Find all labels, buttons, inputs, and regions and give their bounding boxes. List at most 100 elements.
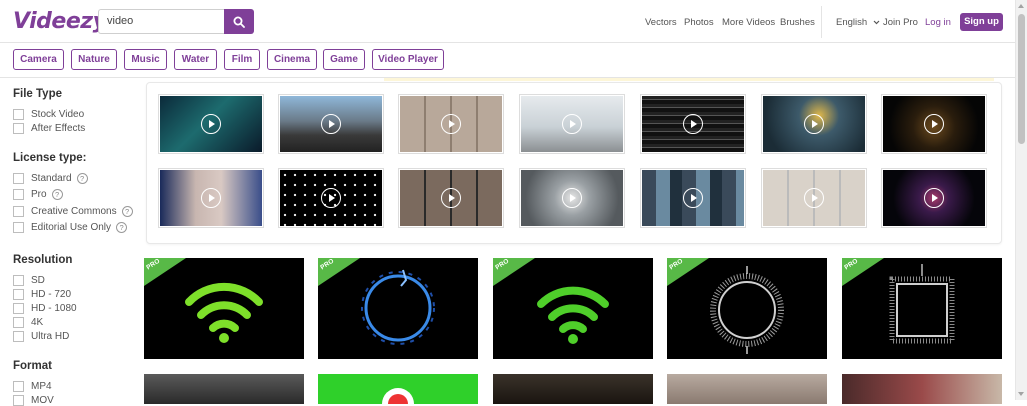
filter-mp4[interactable]: MP4 xyxy=(13,380,52,392)
checkbox[interactable] xyxy=(13,122,24,134)
video-thumbnail[interactable] xyxy=(640,94,746,154)
video-thumbnail[interactable] xyxy=(519,94,625,154)
filter-stock-video[interactable]: Stock Video xyxy=(13,108,84,120)
play-icon xyxy=(562,188,582,208)
nav-divider xyxy=(821,6,822,38)
chip-cinema[interactable]: Cinema xyxy=(267,49,317,70)
chip-nature[interactable]: Nature xyxy=(71,49,117,70)
filter-mov[interactable]: MOV xyxy=(13,394,54,406)
video-thumbnail[interactable] xyxy=(761,168,867,228)
option-label: SD xyxy=(31,274,45,286)
play-icon xyxy=(804,114,824,134)
page-scrollbar[interactable] xyxy=(1015,0,1027,400)
video-thumbnail[interactable] xyxy=(398,94,504,154)
checkbox[interactable] xyxy=(13,221,24,233)
filter-editorial-use-only[interactable]: Editorial Use Only? xyxy=(13,221,128,233)
result-card[interactable]: PRO xyxy=(667,258,827,359)
play-icon xyxy=(683,188,703,208)
option-label: HD - 1080 xyxy=(31,302,77,314)
checkbox[interactable] xyxy=(13,205,24,217)
play-icon xyxy=(201,188,221,208)
language-selector[interactable]: English xyxy=(836,17,880,28)
video-thumbnail[interactable] xyxy=(881,168,987,228)
checkbox[interactable] xyxy=(13,288,24,300)
chip-water[interactable]: Water xyxy=(174,49,217,70)
license-heading: License type: xyxy=(13,152,87,164)
video-thumbnail[interactable] xyxy=(761,94,867,154)
checkbox[interactable] xyxy=(13,188,24,200)
chevron-down-icon xyxy=(873,20,880,25)
option-label: Stock Video xyxy=(31,108,85,120)
format-heading: Format xyxy=(13,360,52,372)
filter-pro[interactable]: Pro? xyxy=(13,188,63,200)
notice-strip xyxy=(384,78,994,81)
scroll-thumb[interactable] xyxy=(1018,14,1025,144)
filter-sd[interactable]: SD xyxy=(13,274,45,286)
option-label: After Effects xyxy=(31,122,86,134)
video-thumbnail[interactable] xyxy=(881,94,987,154)
video-thumbnail[interactable] xyxy=(158,94,264,154)
checkbox[interactable] xyxy=(13,302,24,314)
chip-music[interactable]: Music xyxy=(124,49,167,70)
chip-video-player[interactable]: Video Player xyxy=(372,49,444,70)
nav-more-videos[interactable]: More Videos xyxy=(722,17,775,28)
checkbox[interactable] xyxy=(13,108,24,120)
chip-camera[interactable]: Camera xyxy=(13,49,64,70)
result-card[interactable]: PRO xyxy=(842,258,1002,359)
checkbox[interactable] xyxy=(13,394,24,406)
result-card[interactable]: PRO xyxy=(318,258,478,359)
checkbox[interactable] xyxy=(13,330,24,342)
nav-join-pro[interactable]: Join Pro xyxy=(883,17,918,28)
video-thumbnail[interactable] xyxy=(278,94,384,154)
play-icon xyxy=(562,114,582,134)
play-icon xyxy=(201,114,221,134)
play-icon xyxy=(441,114,461,134)
videezy-logo[interactable]: Videezy xyxy=(13,9,107,34)
checkbox[interactable] xyxy=(13,380,24,392)
chip-game[interactable]: Game xyxy=(323,49,365,70)
filter-hd-720[interactable]: HD - 720 xyxy=(13,288,71,300)
option-label: Pro xyxy=(31,188,47,200)
play-icon xyxy=(924,188,944,208)
option-label: MOV xyxy=(31,394,54,406)
result-card[interactable]: PRO xyxy=(493,258,653,359)
video-thumbnail[interactable] xyxy=(278,168,384,228)
filter-ultra-hd[interactable]: Ultra HD xyxy=(13,330,69,342)
help-icon[interactable]: ? xyxy=(51,188,63,200)
scroll-down-icon[interactable] xyxy=(1018,392,1024,396)
result-card[interactable]: PRO xyxy=(144,258,304,359)
option-label: Ultra HD xyxy=(31,330,70,342)
option-label: MP4 xyxy=(31,380,52,392)
nav-photos[interactable]: Photos xyxy=(684,17,714,28)
nav-log-in[interactable]: Log in xyxy=(925,17,951,28)
search-button[interactable] xyxy=(224,9,254,34)
top-header: Videezy video Vectors Photos More Videos… xyxy=(0,0,1015,43)
option-label: Standard xyxy=(31,172,72,184)
sign-up-button[interactable]: Sign up xyxy=(960,13,1003,31)
option-label: 4K xyxy=(31,316,44,328)
filter-after-effects[interactable]: After Effects xyxy=(13,122,85,134)
checkbox[interactable] xyxy=(13,172,24,184)
nav-vectors[interactable]: Vectors xyxy=(645,17,677,28)
help-icon[interactable]: ? xyxy=(76,172,88,184)
checkbox[interactable] xyxy=(13,316,24,328)
nav-brushes[interactable]: Brushes xyxy=(780,17,815,28)
help-icon[interactable]: ? xyxy=(121,205,133,217)
play-icon xyxy=(321,188,341,208)
video-thumbnail[interactable] xyxy=(398,168,504,228)
scroll-up-icon[interactable] xyxy=(1018,4,1024,8)
video-thumbnail[interactable] xyxy=(519,168,625,228)
search-input[interactable]: video xyxy=(98,9,224,34)
option-label: Editorial Use Only xyxy=(31,221,112,233)
filter-4k[interactable]: 4K xyxy=(13,316,43,328)
help-icon[interactable]: ? xyxy=(116,221,128,233)
filter-creative-commons[interactable]: Creative Commons? xyxy=(13,205,133,217)
checkbox[interactable] xyxy=(13,274,24,286)
option-label: HD - 720 xyxy=(31,288,72,300)
video-thumbnail[interactable] xyxy=(640,168,746,228)
chip-film[interactable]: Film xyxy=(224,49,260,70)
filter-standard[interactable]: Standard? xyxy=(13,172,88,184)
filter-hd-1080[interactable]: HD - 1080 xyxy=(13,302,77,314)
play-icon xyxy=(804,188,824,208)
video-thumbnail[interactable] xyxy=(158,168,264,228)
